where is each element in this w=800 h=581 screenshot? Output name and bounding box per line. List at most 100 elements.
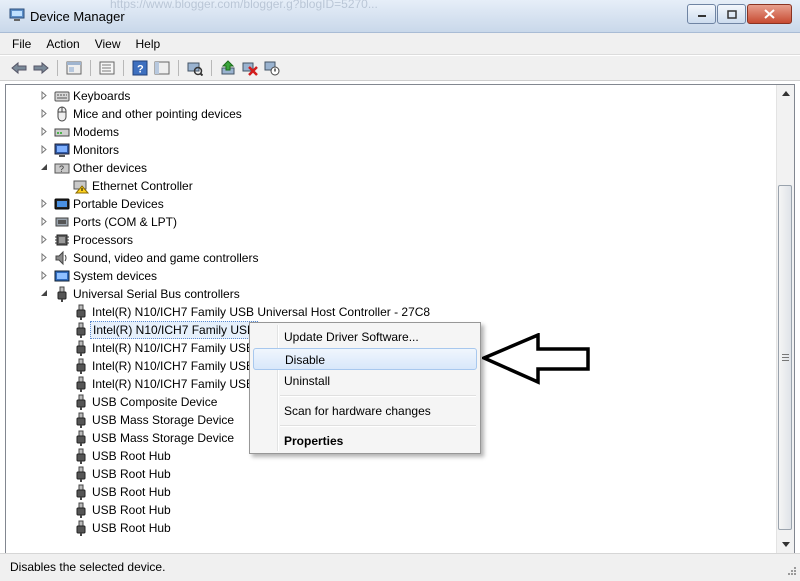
- collapsed-arrow-icon[interactable]: [40, 271, 49, 280]
- modem-icon: [54, 128, 70, 137]
- usb-icon: [76, 340, 86, 356]
- tree-category[interactable]: Processors: [6, 231, 772, 249]
- tree-item-label: Intel(R) N10/ICH7 Family USB: [92, 359, 255, 373]
- disable-device-icon: [264, 61, 279, 76]
- port-icon: [55, 217, 69, 227]
- collapsed-arrow-icon[interactable]: [40, 127, 49, 136]
- menu-item-scan-hardware[interactable]: Scan for hardware changes: [253, 400, 477, 422]
- usb-icon: [76, 412, 86, 428]
- tree-category[interactable]: ? Other devices: [6, 159, 772, 177]
- menu-help[interactable]: Help: [136, 37, 161, 51]
- device-tree: Keyboards Mice and other pointing devices…: [6, 87, 772, 537]
- collapsed-arrow-icon[interactable]: [40, 109, 49, 118]
- warning-device-icon: [73, 180, 89, 194]
- properties-view-icon: [66, 61, 81, 75]
- uninstall-button[interactable]: [239, 58, 260, 78]
- expanded-arrow-icon[interactable]: [40, 163, 49, 172]
- update-driver-button[interactable]: [217, 58, 238, 78]
- tree-item-label: USB Root Hub: [92, 467, 171, 481]
- menu-item-properties[interactable]: Properties: [253, 430, 477, 452]
- menu-view[interactable]: View: [95, 37, 121, 51]
- collapsed-arrow-icon[interactable]: [40, 91, 49, 100]
- background-url-ghost: https://www.blogger.com/blogger.g?blogID…: [110, 0, 378, 11]
- properties-view-button[interactable]: [63, 58, 84, 78]
- scroll-down-button[interactable]: [777, 536, 794, 553]
- menu-item-update-driver[interactable]: Update Driver Software...: [253, 326, 477, 348]
- tree-device[interactable]: USB Root Hub: [6, 465, 772, 483]
- scrollbar-thumb[interactable]: [778, 185, 792, 530]
- vertical-scrollbar[interactable]: [776, 85, 794, 553]
- tree-item-label: USB Composite Device: [92, 395, 218, 409]
- show-hide-tree-button[interactable]: [96, 58, 117, 78]
- close-icon: [764, 9, 775, 19]
- close-button[interactable]: [747, 4, 792, 24]
- collapsed-arrow-icon[interactable]: [40, 217, 49, 226]
- scroll-up-button[interactable]: [777, 85, 794, 102]
- collapsed-arrow-icon[interactable]: [40, 235, 49, 244]
- usb-icon: [76, 520, 86, 536]
- tree-item-label: Ethernet Controller: [92, 179, 193, 193]
- usb-icon: [57, 286, 67, 302]
- minimize-button[interactable]: [687, 4, 716, 24]
- collapsed-arrow-icon[interactable]: [40, 253, 49, 262]
- help-button[interactable]: ?: [129, 58, 150, 78]
- tree-item-label: System devices: [73, 269, 158, 283]
- collapsed-arrow-icon[interactable]: [40, 199, 49, 208]
- tree-device[interactable]: USB Root Hub: [6, 519, 772, 537]
- context-menu-separator: [280, 395, 476, 397]
- tree-category[interactable]: Portable Devices: [6, 195, 772, 213]
- tree-category[interactable]: Sound, video and game controllers: [6, 249, 772, 267]
- tree-item-label: Keyboards: [73, 89, 131, 103]
- tree-category[interactable]: Universal Serial Bus controllers: [6, 285, 772, 303]
- tree-item-label: Other devices: [73, 161, 148, 175]
- tree-device[interactable]: Intel(R) N10/ICH7 Family USB Universal H…: [6, 303, 772, 321]
- tree-category[interactable]: Monitors: [6, 141, 772, 159]
- usb-icon: [76, 466, 86, 482]
- svg-text:?: ?: [137, 64, 144, 76]
- usb-icon: [76, 376, 86, 392]
- toolbar-separator: [57, 60, 58, 76]
- forward-arrow-icon: [33, 61, 49, 75]
- scan-hardware-button[interactable]: [184, 58, 205, 78]
- tree-category[interactable]: Keyboards: [6, 87, 772, 105]
- tree-item-label: Monitors: [73, 143, 120, 157]
- tree-item-label: Intel(R) N10/ICH7 Family USB: [90, 321, 259, 339]
- menu-action[interactable]: Action: [46, 37, 79, 51]
- menu-file[interactable]: File: [12, 37, 31, 51]
- usb-icon: [76, 358, 86, 374]
- usb-icon: [76, 484, 86, 500]
- tree-item-label: Portable Devices: [73, 197, 164, 211]
- tree-item-label: Intel(R) N10/ICH7 Family USB2: [92, 377, 261, 391]
- resize-grip-icon[interactable]: [785, 566, 797, 578]
- expanded-arrow-icon[interactable]: [40, 289, 49, 298]
- scroll-down-icon: [781, 542, 790, 547]
- forward-button[interactable]: [30, 58, 51, 78]
- details-view-icon: [154, 61, 169, 75]
- usb-icon: [76, 304, 86, 320]
- tree-item-label: Ports (COM & LPT): [73, 215, 178, 229]
- toolbar-separator: [90, 60, 91, 76]
- menu-item-uninstall[interactable]: Uninstall: [253, 370, 477, 392]
- usb-icon: [76, 502, 86, 518]
- disable-device-button[interactable]: [261, 58, 282, 78]
- tree-category[interactable]: System devices: [6, 267, 772, 285]
- tree-item-label: USB Root Hub: [92, 485, 171, 499]
- uninstall-icon: [242, 62, 258, 76]
- menu-item-disable[interactable]: Disable: [253, 348, 477, 370]
- details-view-button[interactable]: [151, 58, 172, 78]
- tree-item-label: Intel(R) N10/ICH7 Family USB Universal H…: [92, 305, 431, 319]
- collapsed-arrow-icon[interactable]: [40, 145, 49, 154]
- tree-device[interactable]: USB Root Hub: [6, 501, 772, 519]
- context-menu: Update Driver Software... Disable Uninst…: [249, 322, 481, 454]
- portable-device-icon: [54, 198, 70, 210]
- tree-device[interactable]: Ethernet Controller: [6, 177, 772, 195]
- tree-category[interactable]: Mice and other pointing devices: [6, 105, 772, 123]
- tree-category[interactable]: Ports (COM & LPT): [6, 213, 772, 231]
- scroll-up-icon: [781, 91, 790, 96]
- tree-item-label: Sound, video and game controllers: [73, 251, 259, 265]
- maximize-button[interactable]: [717, 4, 746, 24]
- back-button[interactable]: [8, 58, 29, 78]
- tree-category[interactable]: Modems: [6, 123, 772, 141]
- device-tree-view[interactable]: Keyboards Mice and other pointing devices…: [5, 84, 795, 554]
- tree-device[interactable]: USB Root Hub: [6, 483, 772, 501]
